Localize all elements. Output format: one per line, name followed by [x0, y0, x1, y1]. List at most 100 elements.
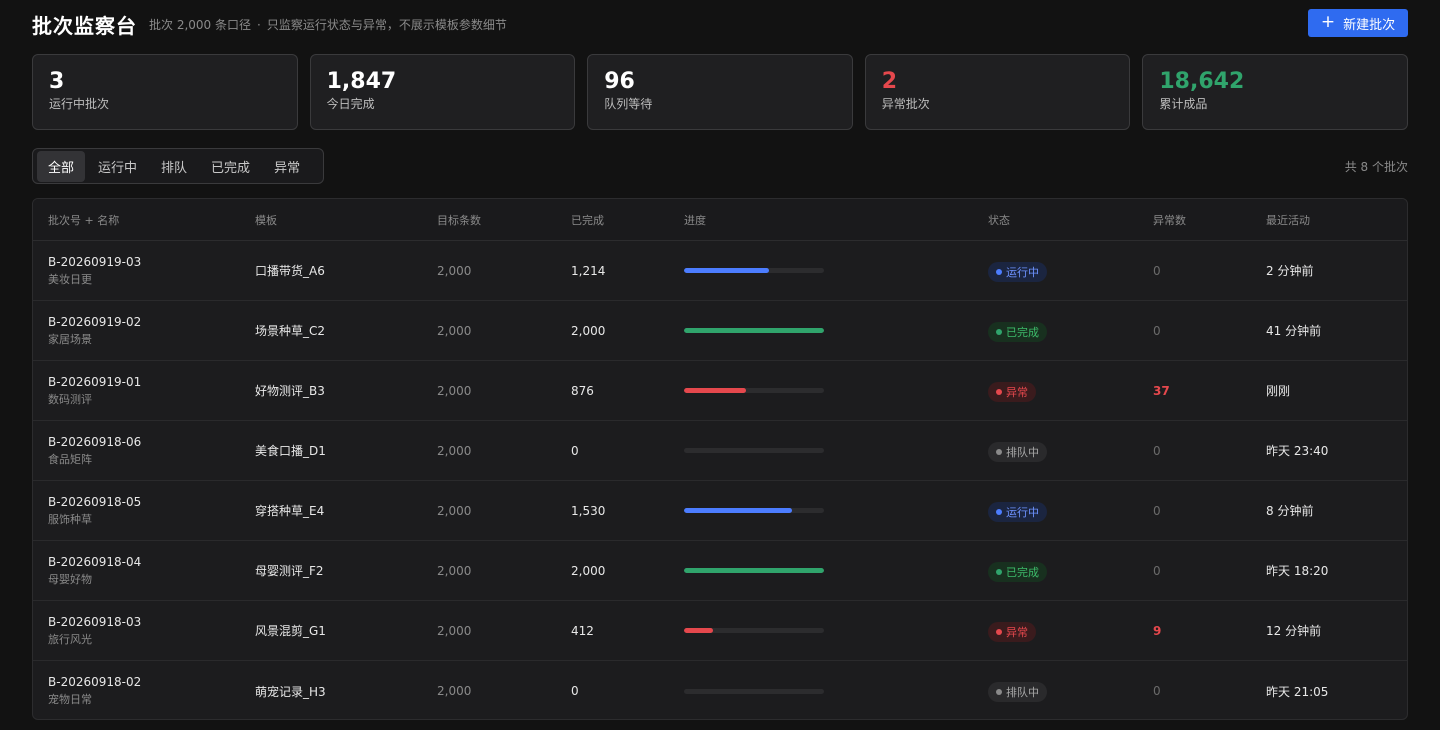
error-count-cell: 9 [1153, 623, 1162, 638]
stat-label: 队列等待 [604, 97, 653, 111]
progress-bar [684, 328, 824, 333]
template-cell: 母婴测评_F2 [255, 564, 324, 578]
target-cell: 2,000 [437, 623, 472, 638]
page-header: 批次监察台 批次 2,000 条口径 · 只监察运行状态与异常，不展示模板参数细节 … [32, 9, 1408, 38]
table-row[interactable]: B-20260919-03 美妆日更 口播带货_A6 2,000 1,214 运… [33, 241, 1407, 301]
last-activity-cell: 刚刚 [1266, 384, 1291, 398]
template-cell: 好物测评_B3 [255, 384, 325, 398]
status-badge: 已完成 [988, 321, 1047, 342]
progress-cell [669, 328, 973, 333]
table-header: 批次号 + 名称 模板 目标条数 已完成 进度 状态 异常数 最近活动 [33, 199, 1407, 241]
status-cell: 运行中 [973, 260, 1138, 282]
batch-cell: B-20260919-01 数码测评 [33, 375, 240, 407]
status-cell: 排队中 [973, 440, 1138, 462]
target-cell: 2,000 [437, 563, 472, 578]
progress-fill [684, 508, 792, 513]
target-cell: 2,000 [437, 323, 472, 338]
progress-bar [684, 628, 824, 633]
template-cell: 美食口播_D1 [255, 444, 326, 458]
stat-label: 运行中批次 [49, 97, 110, 111]
column-header: 已完成 [571, 213, 604, 227]
table-row[interactable]: B-20260918-04 母婴好物 母婴测评_F2 2,000 2,000 已… [33, 541, 1407, 601]
status-dot-icon [996, 508, 1002, 515]
batch-cell: B-20260919-02 家居场景 [33, 315, 240, 347]
table-row[interactable]: B-20260918-05 服饰种草 穿搭种草_E4 2,000 1,530 运… [33, 481, 1407, 541]
status-dot-icon [996, 689, 1002, 695]
stat-card: 18,642 累计成品 [1142, 54, 1408, 130]
status-filter-tabs: 全部 运行中 排队 已完成 异常 [32, 148, 324, 184]
stat-label: 异常批次 [881, 97, 930, 111]
new-batch-label: 新建批次 [1343, 17, 1396, 33]
template-cell: 萌宠记录_H3 [255, 684, 326, 699]
batch-name: 家居场景 [48, 332, 92, 346]
status-badge: 运行中 [988, 261, 1047, 282]
progress-fill [684, 388, 746, 393]
template-cell: 风景混剪_G1 [255, 624, 326, 638]
completed-cell: 876 [571, 383, 594, 398]
stat-value: 96 [604, 69, 635, 94]
template-cell: 场景种草_C2 [255, 324, 326, 338]
batch-total-count: 共 8 个批次 [1344, 160, 1408, 174]
stat-card: 96 队列等待 [587, 54, 853, 130]
stats-row: 3 运行中批次 1,847 今日完成 96 队列等待 2 异常批次 18,642 累计成品 [32, 54, 1408, 130]
status-label: 运行中 [1006, 265, 1039, 279]
table-row[interactable]: B-20260919-02 家居场景 场景种草_C2 2,000 2,000 已… [33, 301, 1407, 361]
table-row[interactable]: B-20260918-06 食品矩阵 美食口播_D1 2,000 0 排队中 0… [33, 421, 1407, 481]
table-row[interactable]: B-20260918-03 旅行风光 风景混剪_G1 2,000 412 异常 … [33, 601, 1407, 661]
status-label: 运行中 [1006, 505, 1039, 519]
progress-bar [684, 388, 824, 393]
error-count-cell: 0 [1153, 684, 1161, 698]
status-dot-icon [996, 268, 1002, 275]
status-badge: 已完成 [988, 561, 1047, 582]
filter-tab[interactable]: 排队 [150, 151, 198, 182]
progress-cell [669, 568, 973, 573]
last-activity-cell: 8 分钟前 [1266, 504, 1314, 518]
table-row[interactable]: B-20260918-02 宠物日常 萌宠记录_H3 2,000 0 排队中 0… [33, 661, 1407, 719]
new-batch-button[interactable]: + 新建批次 [1308, 9, 1408, 37]
table-row[interactable]: B-20260919-01 数码测评 好物测评_B3 2,000 876 异常 … [33, 361, 1407, 421]
batch-table: 批次号 + 名称 模板 目标条数 已完成 进度 状态 异常数 最近活动 B-20260919-… [32, 198, 1408, 720]
batch-id: B-20260919-02 [48, 314, 142, 329]
batch-id: B-20260918-06 [48, 434, 142, 449]
column-header: 批次号 + 名称 [48, 213, 120, 227]
batch-name: 美妆日更 [48, 272, 92, 286]
last-activity-cell: 昨天 23:40 [1266, 444, 1329, 458]
template-cell: 口播带货_A6 [255, 264, 325, 278]
target-cell: 2,000 [437, 503, 472, 518]
last-activity-cell: 昨天 21:05 [1266, 684, 1329, 699]
progress-cell [669, 508, 973, 513]
page-title: 批次监察台 [32, 13, 137, 38]
column-header: 最近活动 [1266, 213, 1310, 227]
batch-id: B-20260918-02 [48, 675, 142, 689]
error-count-cell: 0 [1153, 563, 1161, 578]
batch-id: B-20260918-05 [48, 494, 142, 509]
progress-bar [684, 448, 824, 453]
filter-tab[interactable]: 异常 [263, 151, 311, 182]
target-cell: 2,000 [437, 383, 472, 398]
progress-bar [684, 268, 824, 273]
batch-name: 服饰种草 [48, 512, 92, 526]
filter-tab[interactable]: 已完成 [200, 151, 261, 182]
stat-card: 2 异常批次 [864, 54, 1131, 130]
status-badge: 异常 [988, 381, 1036, 402]
completed-cell: 1,214 [571, 263, 606, 278]
filter-tab[interactable]: 全部 [37, 150, 86, 182]
status-cell: 异常 [973, 620, 1138, 642]
status-dot-icon [996, 628, 1002, 635]
status-label: 异常 [1006, 385, 1028, 399]
page-subtitle: 批次 2,000 条口径 · 只监察运行状态与异常，不展示模板参数细节 [149, 16, 507, 33]
error-count-cell: 0 [1153, 323, 1161, 338]
status-label: 排队中 [1006, 445, 1039, 459]
completed-cell: 0 [571, 684, 579, 698]
batch-cell: B-20260918-02 宠物日常 [33, 675, 240, 707]
status-badge: 排队中 [988, 441, 1047, 462]
status-badge: 异常 [988, 621, 1036, 642]
status-cell: 运行中 [973, 500, 1138, 522]
subtitle-note: 只监察运行状态与异常，不展示模板参数细节 [266, 17, 507, 32]
template-cell: 穿搭种草_E4 [255, 504, 325, 518]
batch-name: 食品矩阵 [48, 452, 92, 466]
status-label: 已完成 [1006, 325, 1039, 339]
status-dot-icon [996, 388, 1002, 395]
batch-id: B-20260918-04 [48, 554, 142, 569]
filter-tab[interactable]: 运行中 [87, 151, 148, 182]
